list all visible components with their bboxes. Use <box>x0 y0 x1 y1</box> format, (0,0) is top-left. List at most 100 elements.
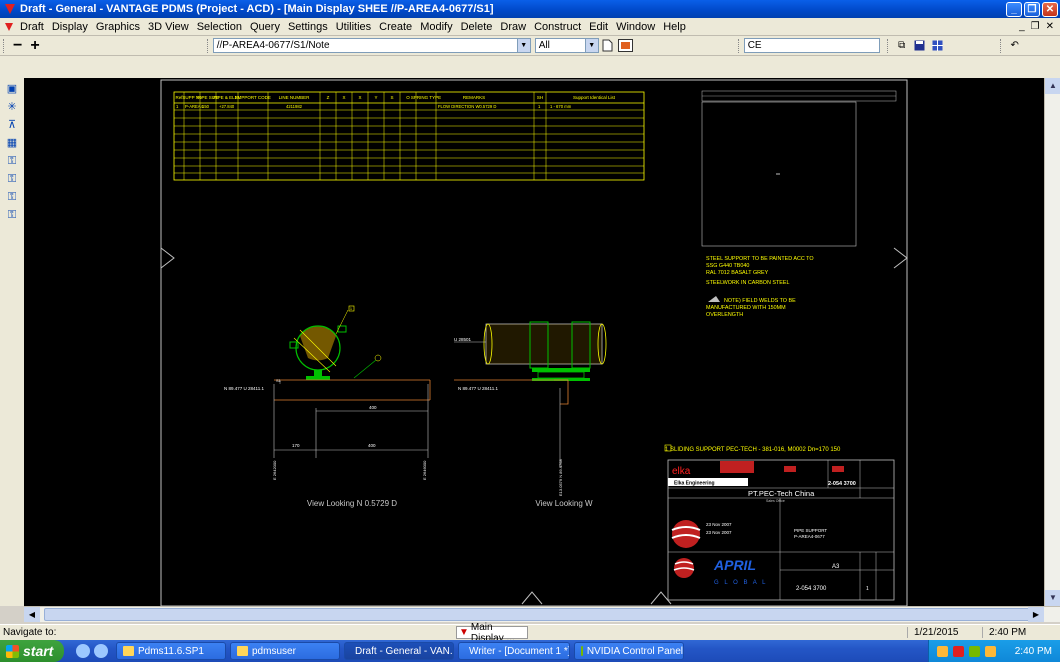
menu-settings[interactable]: Settings <box>284 21 332 33</box>
taskbar-button-pdms-folder[interactable]: Pdms11.6.SP1 <box>116 642 226 660</box>
date-checked: 23 Nov 2007 <box>706 530 732 535</box>
taskbar-button-writer[interactable]: Writer - [Document 1 *] <box>458 642 570 660</box>
horizontal-scrollbar[interactable]: ◀ ▶ <box>24 606 1060 622</box>
ie-icon[interactable] <box>76 644 90 658</box>
dim-400-bottom: 400 <box>368 443 376 448</box>
taskbar-button-draft[interactable]: Draft - General - VAN... <box>344 642 454 660</box>
taskbar-button-label: Writer - [Document 1 *] <box>469 645 570 657</box>
table-header-code: SUPPORT CODE <box>235 95 271 100</box>
scroll-up-icon[interactable]: ▲ <box>1045 78 1060 94</box>
note-line: SSG G440 TB040 <box>706 263 749 269</box>
sheet-number: 1 <box>866 586 869 592</box>
menu-display[interactable]: Display <box>48 21 92 33</box>
ce-combo[interactable]: CE <box>743 38 880 53</box>
window-icon[interactable]: ▣ <box>5 82 19 96</box>
draw-icon[interactable]: ⊼ <box>5 118 19 132</box>
media-player-icon[interactable] <box>94 644 108 658</box>
table-cell: P-AREA4 <box>185 104 204 109</box>
grid-icon[interactable] <box>930 38 946 53</box>
menu-query[interactable]: Query <box>246 21 284 33</box>
security-icon[interactable] <box>985 645 996 657</box>
save-icon[interactable] <box>912 38 928 53</box>
taskbar-button-nvidia[interactable]: NVIDIA Control Panel <box>574 642 684 660</box>
menu-draft[interactable]: Draft <box>16 21 48 33</box>
client-logo-badge <box>720 461 754 473</box>
start-button[interactable]: start <box>0 640 64 662</box>
left-toolbar: ▣ ✳ ⊼ ▦ ⚿ ⚿ ⚿ ⚿ <box>0 78 24 606</box>
drawing-canvas[interactable]: Ref SUPP No PIPE SIZE PIPE & ELEV SUPPOR… <box>24 78 1044 606</box>
toolbar-grip-3[interactable] <box>737 38 741 53</box>
toolbar-grip-5[interactable] <box>999 38 1003 53</box>
chevron-down-icon[interactable]: ▼ <box>516 39 530 52</box>
zoom-out-button[interactable]: − <box>13 37 22 54</box>
menu-utilities[interactable]: Utilities <box>332 21 375 33</box>
sheet-marker-bottom <box>521 591 543 605</box>
new-sheet-icon[interactable] <box>600 38 616 53</box>
scroll-right-icon[interactable]: ▶ <box>1028 607 1044 622</box>
toolbar-grip-2[interactable] <box>206 38 210 53</box>
taskbar-button-pdmsuser[interactable]: pdmsuser <box>230 642 340 660</box>
toolbar-grip[interactable] <box>3 38 6 53</box>
table-cell: 4211982 <box>286 104 303 109</box>
menu-create[interactable]: Create <box>375 21 416 33</box>
menu-3d-view[interactable]: 3D View <box>144 21 193 33</box>
nvidia-icon <box>581 646 583 656</box>
toolbar-grip-4[interactable] <box>886 38 890 53</box>
company-name: PT.PEC-Tech China <box>748 489 815 498</box>
menu-selection[interactable]: Selection <box>193 21 246 33</box>
mdi-minimize-button[interactable]: _ <box>1019 21 1025 32</box>
filter-combo[interactable]: All ▼ <box>534 38 599 53</box>
sheet-view-icon[interactable] <box>618 38 634 53</box>
chevron-down-icon[interactable]: ▼ <box>584 39 598 52</box>
menu-help[interactable]: Help <box>659 21 690 33</box>
status-time: 2:40 PM <box>982 627 1060 638</box>
nvidia-tray-icon[interactable] <box>969 645 980 657</box>
dim-170: 170 <box>292 443 300 448</box>
dim-elev-right: N 89.477 U 28411.1 <box>458 386 498 391</box>
maximize-button[interactable]: ❐ <box>1024 1 1040 17</box>
close-button[interactable]: ✕ <box>1042 1 1058 17</box>
minimize-button[interactable]: _ <box>1006 1 1022 17</box>
explorer-icon[interactable]: ✳ <box>5 100 19 114</box>
table-header-s: S <box>390 95 393 100</box>
undo-icon[interactable]: ↶ <box>1007 38 1023 53</box>
lock-icon[interactable]: ⚿ <box>5 172 19 186</box>
mdi-close-button[interactable]: ✕ <box>1046 21 1054 32</box>
april-logo-sub: G L O B A L <box>714 580 767 586</box>
table-header-remarks: REMARKS <box>463 95 485 100</box>
menu-draw[interactable]: Draw <box>496 21 530 33</box>
volume-icon[interactable] <box>953 645 964 657</box>
menu-delete[interactable]: Delete <box>457 21 497 33</box>
logo-badge-small <box>784 466 796 472</box>
right-view-drawing: N 89.477 U 28411.1 U 28501 E13.0579 N 89… <box>454 321 607 496</box>
menu-graphics[interactable]: Graphics <box>92 21 144 33</box>
lock-icon[interactable]: ⚿ <box>5 154 19 168</box>
bom-line: 1 SLIDING SUPPORT PEC-TECH - 381-016, M0… <box>665 447 841 453</box>
table-icon[interactable]: ▦ <box>5 136 19 150</box>
mdi-restore-button[interactable]: ❐ <box>1031 21 1040 32</box>
path-combo-value: //P-AREA4-0677/S1/Note <box>216 40 330 51</box>
main-display-task[interactable]: ▼ Main Display ... <box>456 622 528 644</box>
path-combo[interactable]: //P-AREA4-0677/S1/Note ▼ <box>212 38 531 53</box>
copy-icon[interactable]: ⧉ <box>894 38 910 53</box>
system-tray: 2:40 PM <box>928 640 1060 662</box>
company-sub: Sales Office <box>766 499 785 503</box>
scroll-down-icon[interactable]: ▼ <box>1045 590 1060 606</box>
folder-icon <box>123 646 134 656</box>
menu-edit[interactable]: Edit <box>585 21 612 33</box>
taskbar-button-label: pdmsuser <box>252 645 296 657</box>
vertical-scrollbar[interactable]: ▲ ▼ <box>1044 78 1060 606</box>
pdms-small-icon: ▼ <box>459 627 469 638</box>
scroll-left-icon[interactable]: ◀ <box>24 607 40 622</box>
zoom-in-button[interactable]: + <box>30 37 39 54</box>
horizontal-scroll-thumb[interactable] <box>44 608 1044 621</box>
logo-badge-small <box>832 466 844 472</box>
menu-modify[interactable]: Modify <box>416 21 456 33</box>
lock-icon[interactable]: ⚿ <box>5 208 19 222</box>
lock-icon[interactable]: ⚿ <box>5 190 19 204</box>
table-cell: 1 <box>176 104 179 109</box>
table-header-x2: X <box>358 95 361 100</box>
menu-construct[interactable]: Construct <box>530 21 585 33</box>
network-icon[interactable] <box>937 645 948 657</box>
menu-window[interactable]: Window <box>612 21 659 33</box>
